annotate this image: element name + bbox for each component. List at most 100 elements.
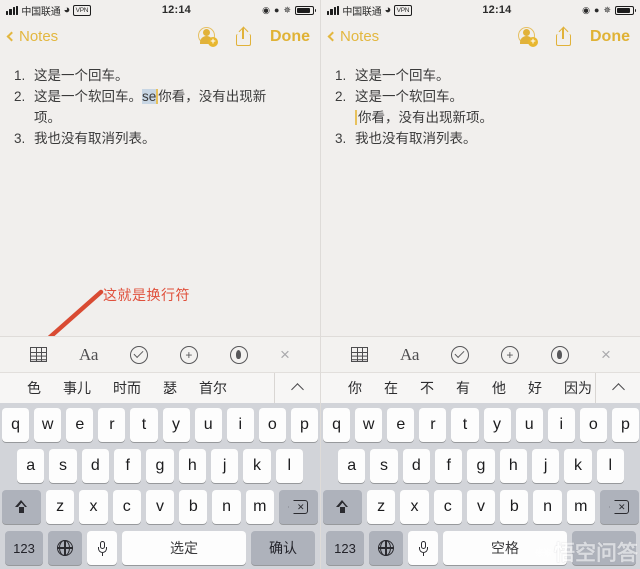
key-y[interactable]: y <box>483 408 511 442</box>
key-a[interactable]: a <box>338 449 366 483</box>
key-t[interactable]: t <box>451 408 479 442</box>
numbers-key[interactable]: 123 <box>326 531 364 565</box>
key-m[interactable]: m <box>566 490 595 524</box>
key-k[interactable]: k <box>564 449 592 483</box>
candidate-item[interactable]: 时而 <box>102 378 152 398</box>
key-z[interactable]: z <box>367 490 396 524</box>
key-r[interactable]: r <box>98 408 126 442</box>
add-attachment-icon[interactable]: + <box>500 345 519 364</box>
back-button[interactable]: Notes <box>327 28 379 45</box>
key-c[interactable]: c <box>433 490 462 524</box>
key-o[interactable]: o <box>258 408 286 442</box>
share-icon[interactable] <box>236 26 251 46</box>
delete-icon[interactable]: ✕ <box>278 490 318 524</box>
text-format-icon[interactable]: Aa <box>79 345 98 365</box>
key-d[interactable]: d <box>81 449 109 483</box>
delete-icon[interactable]: ✕ <box>599 490 639 524</box>
globe-icon[interactable] <box>48 531 82 565</box>
candidate-item[interactable]: 他 <box>481 378 517 398</box>
key-e[interactable]: e <box>66 408 94 442</box>
key-r[interactable]: r <box>419 408 447 442</box>
markup-pen-icon[interactable] <box>229 345 248 364</box>
add-user-icon[interactable]: + <box>518 27 538 47</box>
candidate-item[interactable]: 瑟 <box>152 378 188 398</box>
key-s[interactable]: s <box>370 449 398 483</box>
key-t[interactable]: t <box>130 408 158 442</box>
key-o[interactable]: o <box>579 408 607 442</box>
key-p[interactable]: p <box>290 408 318 442</box>
add-user-icon[interactable]: + <box>198 27 218 47</box>
candidate-item[interactable]: 有 <box>445 378 481 398</box>
confirm-key[interactable]: 确认 <box>251 531 315 565</box>
key-f[interactable]: f <box>114 449 142 483</box>
key-s[interactable]: s <box>49 449 77 483</box>
candidate-item[interactable]: 事儿 <box>52 378 102 398</box>
microphone-icon[interactable] <box>408 531 438 565</box>
key-w[interactable]: w <box>34 408 62 442</box>
close-keyboard-icon[interactable]: × <box>601 346 611 363</box>
key-v[interactable]: v <box>466 490 496 524</box>
key-c[interactable]: c <box>112 490 141 524</box>
key-l[interactable]: l <box>275 449 303 483</box>
key-i[interactable]: i <box>547 408 575 442</box>
candidate-item[interactable]: 你 <box>337 378 373 398</box>
table-icon[interactable] <box>30 347 48 362</box>
checklist-icon[interactable] <box>450 345 469 364</box>
back-button[interactable]: Notes <box>6 28 58 45</box>
candidate-item[interactable]: 在 <box>373 378 409 398</box>
key-m[interactable]: m <box>245 490 274 524</box>
key-a[interactable]: a <box>17 449 45 483</box>
key-y[interactable]: y <box>162 408 190 442</box>
confirm-key[interactable] <box>572 531 636 565</box>
key-z[interactable]: z <box>46 490 75 524</box>
numbers-key[interactable]: 123 <box>5 531 43 565</box>
key-u[interactable]: u <box>515 408 543 442</box>
microphone-icon[interactable] <box>87 531 117 565</box>
key-x[interactable]: x <box>400 490 429 524</box>
key-n[interactable]: n <box>533 490 562 524</box>
key-b[interactable]: b <box>500 490 529 524</box>
space-key[interactable]: 选定 <box>122 531 246 565</box>
candidate-item[interactable]: 首尔 <box>188 378 238 398</box>
key-g[interactable]: g <box>467 449 495 483</box>
expand-candidates-button[interactable] <box>274 373 320 403</box>
expand-candidates-button[interactable] <box>595 373 640 403</box>
right-note-content[interactable]: 1. 这是一个回车。 2. 这是一个软回车。 你看，没有出现新项。 3. 我也没… <box>321 53 640 149</box>
key-q[interactable]: q <box>2 408 30 442</box>
key-x[interactable]: x <box>79 490 108 524</box>
key-j[interactable]: j <box>531 449 560 483</box>
left-note-content[interactable]: 1. 这是一个回车。 2. 这是一个软回车。se 你看，没有出现新 项。 3. 我… <box>0 53 320 149</box>
key-l[interactable]: l <box>596 449 624 483</box>
key-d[interactable]: d <box>402 449 430 483</box>
text-format-icon[interactable]: Aa <box>400 345 419 365</box>
shift-icon[interactable] <box>2 490 42 524</box>
key-b[interactable]: b <box>179 490 208 524</box>
share-icon[interactable] <box>556 26 571 46</box>
done-button[interactable]: Done <box>590 28 630 46</box>
shift-icon[interactable] <box>323 490 363 524</box>
key-n[interactable]: n <box>212 490 241 524</box>
key-j[interactable]: j <box>210 449 239 483</box>
candidate-item[interactable]: 好 <box>517 378 553 398</box>
key-q[interactable]: q <box>323 408 351 442</box>
key-u[interactable]: u <box>194 408 222 442</box>
key-w[interactable]: w <box>355 408 383 442</box>
markup-pen-icon[interactable] <box>550 345 569 364</box>
candidate-item[interactable]: 因为 <box>553 378 595 398</box>
key-g[interactable]: g <box>146 449 174 483</box>
key-v[interactable]: v <box>145 490 175 524</box>
key-i[interactable]: i <box>226 408 254 442</box>
candidate-item[interactable]: 色 <box>16 378 52 398</box>
key-p[interactable]: p <box>611 408 639 442</box>
add-attachment-icon[interactable]: + <box>179 345 198 364</box>
done-button[interactable]: Done <box>270 28 310 46</box>
key-h[interactable]: h <box>178 449 206 483</box>
key-e[interactable]: e <box>387 408 415 442</box>
close-keyboard-icon[interactable]: × <box>280 346 290 363</box>
table-icon[interactable] <box>351 347 369 362</box>
key-f[interactable]: f <box>435 449 463 483</box>
candidate-item[interactable]: 不 <box>409 378 445 398</box>
globe-icon[interactable] <box>369 531 403 565</box>
checklist-icon[interactable] <box>129 345 148 364</box>
space-key[interactable]: 空格 <box>443 531 567 565</box>
